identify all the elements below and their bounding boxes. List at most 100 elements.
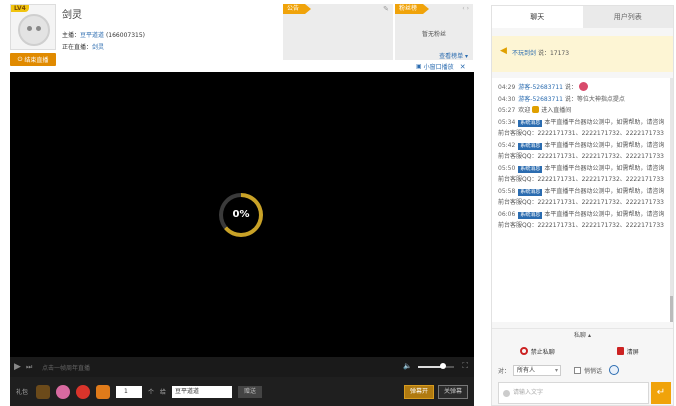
- clear-screen-button[interactable]: 清屏: [583, 343, 674, 359]
- message-user[interactable]: 游客-52683711: [518, 96, 563, 103]
- level-badge: LV4: [11, 5, 29, 12]
- gift-item-4-icon[interactable]: [96, 384, 111, 399]
- host-label: 主播：: [62, 32, 81, 39]
- gift-unit: 个: [148, 389, 155, 396]
- moderation-bar: 禁止私聊 清屏: [492, 343, 673, 359]
- message-time: 04:29: [498, 84, 516, 91]
- chat-tabs: 聊天 用户列表: [492, 6, 673, 28]
- view-rank-link[interactable]: 查看榜单 ▾: [439, 51, 468, 60]
- gift-send-button[interactable]: 赠送: [238, 385, 263, 398]
- recipient-select[interactable]: 所有人: [513, 364, 562, 376]
- control-hint: 点击一帧周年直播: [42, 364, 91, 372]
- mini-window-icon: ▣: [416, 63, 422, 70]
- message-time: 05:58: [498, 187, 516, 195]
- chat-input-placeholder: 请输入文字: [513, 389, 544, 396]
- chat-input[interactable]: 请输入文字: [498, 382, 649, 404]
- gift-quantity-input[interactable]: 1: [116, 385, 143, 398]
- fans-nav-icon[interactable]: ‹ ›: [462, 5, 469, 12]
- volume-icon[interactable]: 🔈: [403, 362, 412, 370]
- chat-scroll-thumb[interactable]: [670, 296, 673, 322]
- list-item: 05:27 欢迎 进入直播间: [498, 105, 667, 117]
- private-chat-toggle[interactable]: 私聊 ▴: [492, 328, 673, 342]
- list-item: 04:29 游客-52683711 说：: [498, 82, 667, 94]
- message-time: 05:34: [498, 118, 516, 126]
- loading-spinner: 0%: [219, 193, 263, 237]
- whisper-checkbox[interactable]: [574, 366, 582, 374]
- play-icon[interactable]: ▶: [14, 362, 26, 372]
- volume-slider[interactable]: [418, 363, 454, 369]
- gift-recipient-input[interactable]: 豆平道道: [172, 385, 233, 398]
- announcement-panel: 公告 ✎: [283, 4, 393, 60]
- chat-input-row: 请输入文字 ↵: [492, 381, 673, 405]
- live-game-link[interactable]: 剑灵: [92, 44, 104, 51]
- end-live-button[interactable]: ⏻ 结束直播: [10, 53, 56, 66]
- no-fans-text: 暂无粉丝: [421, 31, 446, 38]
- to-label: 对：: [498, 367, 511, 375]
- message-time: 06:06: [498, 210, 516, 218]
- system-badge: 系统消息: [518, 188, 543, 196]
- bell-icon: [532, 106, 540, 113]
- gift-label: 礼包: [16, 389, 29, 396]
- arrow-left-icon: ◀: [500, 46, 507, 56]
- message-list: 04:29 游客-52683711 说： 04:30 游客-52683711 说：等…: [492, 78, 673, 322]
- barrage-off-button[interactable]: 关弹幕: [437, 384, 468, 399]
- trash-icon: [616, 347, 624, 355]
- emoji-icon[interactable]: [609, 365, 620, 375]
- barrage-on-button[interactable]: 弹幕开: [403, 384, 434, 399]
- message-text: 进入直播间: [541, 107, 572, 114]
- message-time: 05:27: [498, 107, 516, 114]
- message-text: 说：: [563, 84, 577, 91]
- message-time: 04:30: [498, 95, 516, 103]
- send-button[interactable]: ↵: [651, 382, 671, 404]
- player-controls: ▶ ⏭ 点击一帧周年直播 🔈 ⛶: [10, 357, 474, 377]
- host-id: (166007315): [105, 32, 145, 39]
- tab-user-list[interactable]: 用户列表: [583, 6, 674, 28]
- live-info: 正在直播：剑灵: [62, 42, 104, 51]
- system-badge: 系统消息: [518, 119, 543, 127]
- list-item: 05:58 系统消息 本平直播平台器动公测中，如需帮助，请咨询前台客服QQ：2222…: [498, 186, 667, 209]
- message-text: 说：等位大神指点提点: [563, 95, 625, 103]
- avatar[interactable]: LV4: [10, 4, 56, 50]
- power-icon: ⏻: [17, 55, 23, 63]
- chat-notice: ◀ 不玩到剑 说：17173: [492, 36, 673, 72]
- gift-item-2-icon[interactable]: [56, 384, 71, 399]
- avatar-face-icon: [18, 14, 50, 46]
- list-item: 05:42 系统消息 本平直播平台器动公测中，如需帮助，请咨询前台客服QQ：2222…: [498, 140, 667, 163]
- barrage-buttons: 弹幕开 关弹幕: [403, 384, 468, 399]
- input-icon: [503, 389, 510, 397]
- notice-msg: 说：17173: [537, 50, 570, 57]
- edit-icon[interactable]: ✎: [383, 5, 389, 13]
- chat-scrollbar[interactable]: [670, 78, 673, 322]
- list-item: 05:34 系统消息 本平直播平台器动公测中，如需帮助，请咨询前台客服QQ：2222…: [498, 117, 667, 140]
- volume-knob[interactable]: [440, 363, 447, 369]
- gift-item-1-icon[interactable]: [36, 384, 51, 399]
- end-live-label: 结束直播: [24, 57, 49, 64]
- close-icon[interactable]: ✕: [460, 63, 466, 71]
- next-icon[interactable]: ⏭: [26, 363, 38, 372]
- system-badge: 系统消息: [518, 211, 543, 219]
- fans-panel: 粉丝榜 ‹ › 暂无粉丝 查看榜单 ▾: [395, 4, 473, 60]
- notice-user[interactable]: 不玩到剑: [512, 50, 536, 57]
- gift-item-3-icon[interactable]: [76, 384, 91, 399]
- fullscreen-icon[interactable]: ⛶: [462, 361, 468, 371]
- gift-icon: [578, 82, 588, 91]
- mini-window-label: 小窗口播放: [423, 64, 454, 71]
- list-item: 05:50 系统消息 本平直播平台器动公测中，如需帮助，请咨询前台客服QQ：2222…: [498, 163, 667, 186]
- announcement-tag: 公告: [283, 4, 312, 14]
- system-badge: 系统消息: [518, 165, 543, 173]
- notice-text: 不玩到剑 说：17173: [512, 48, 569, 57]
- room-header: LV4 ⏻ 结束直播 剑灵 主播：豆平道道 (166007315) 正在直播：剑…: [0, 0, 474, 72]
- list-item: 04:30 游客-52683711 说：等位大神指点提点: [498, 94, 667, 106]
- ban-private-button[interactable]: 禁止私聊: [492, 343, 583, 359]
- message-time: 05:50: [498, 164, 516, 172]
- fans-tag: 粉丝榜: [395, 4, 430, 14]
- system-badge: 系统消息: [518, 142, 543, 150]
- message-user: 欢迎: [518, 107, 531, 114]
- whisper-label: 悄悄话: [584, 367, 603, 375]
- host-name-link[interactable]: 豆平道道: [80, 32, 104, 39]
- tab-chat[interactable]: 聊天: [492, 6, 583, 28]
- message-time: 05:42: [498, 141, 516, 149]
- mini-window-button[interactable]: ▣ 小窗口播放 ✕: [416, 62, 466, 72]
- message-user[interactable]: 游客-52683711: [518, 84, 563, 91]
- video-player[interactable]: 0%: [10, 72, 474, 357]
